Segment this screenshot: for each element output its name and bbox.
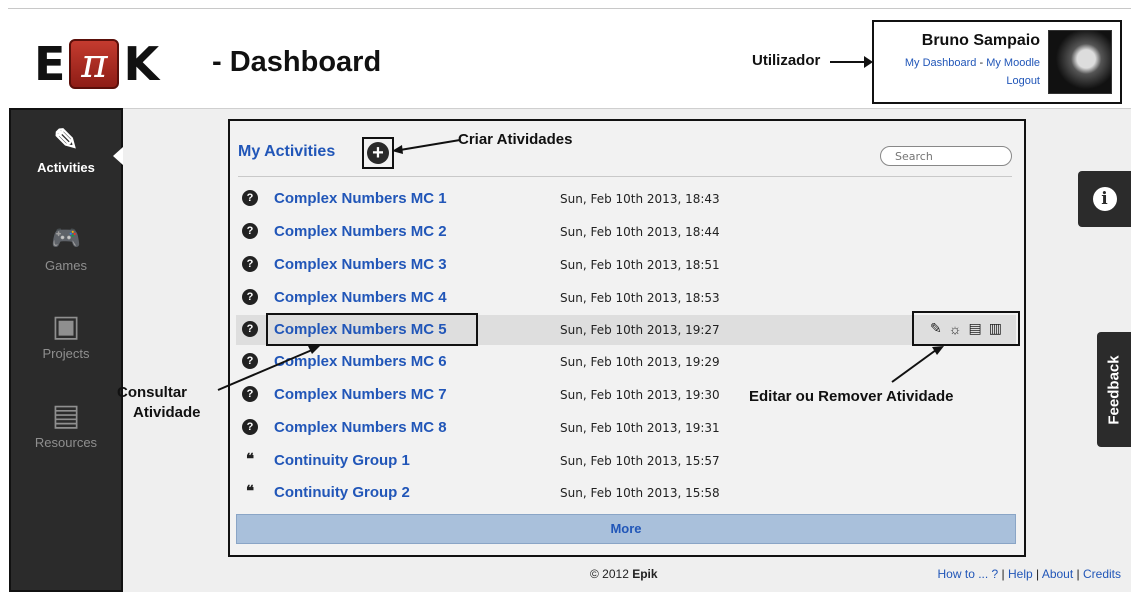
my-moodle-link[interactable]: My Moodle	[986, 57, 1040, 69]
activity-date: Sun, Feb 10th 2013, 19:29	[560, 355, 720, 369]
annotation-arrow-criar	[392, 139, 461, 154]
sidebar-item-resources[interactable]: ▤ Resources	[11, 397, 121, 450]
logo-letter-k: K	[123, 37, 160, 91]
activity-name[interactable]: Complex Numbers MC 3	[274, 256, 447, 273]
activity-date: Sun, Feb 10th 2013, 18:44	[560, 225, 720, 239]
annotation-box-activity-name	[266, 313, 478, 346]
window-icon: ▣	[51, 310, 81, 343]
document-icon: ▤	[51, 399, 81, 432]
sidebar-item-activities[interactable]: ✎ Activities	[11, 122, 121, 175]
add-activity-button[interactable]: +	[362, 137, 394, 169]
edit-icon[interactable]: ✎	[930, 320, 942, 337]
question-icon: ?	[242, 419, 258, 435]
copyright-text: © 2012	[590, 567, 633, 581]
sidebar-item-label: Activities	[37, 160, 95, 175]
activity-date: Sun, Feb 10th 2013, 18:43	[560, 192, 720, 206]
activity-row[interactable]: ? Complex Numbers MC 8 Sun, Feb 10th 201…	[236, 413, 1016, 443]
more-button[interactable]: More	[236, 514, 1016, 544]
activity-name[interactable]: Continuity Group 1	[274, 452, 410, 469]
gamepad-icon: 🎮	[51, 225, 81, 252]
annotation-arrow-utilizador	[830, 61, 866, 63]
epik-logo[interactable]: E π K	[34, 38, 159, 90]
logo-letter-e: E	[34, 37, 66, 91]
plus-icon: +	[367, 142, 389, 164]
link-separator: -	[976, 57, 987, 69]
activity-actions: ✎ ☼ ▤ ▥	[912, 311, 1020, 346]
activity-row[interactable]: ? Complex Numbers MC 1 Sun, Feb 10th 201…	[236, 184, 1016, 214]
header-divider	[8, 8, 1131, 9]
panel-divider	[238, 176, 1012, 177]
help-link[interactable]: Help	[1008, 567, 1033, 581]
activity-date: Sun, Feb 10th 2013, 19:27	[560, 323, 720, 337]
panel-title: My Activities	[238, 143, 336, 160]
footer-links: How to ... ? | Help | About | Credits	[937, 567, 1121, 581]
annotation-arrow-consultar	[217, 346, 320, 391]
activity-date: Sun, Feb 10th 2013, 19:31	[560, 421, 720, 435]
question-icon: ?	[242, 223, 258, 239]
sidebar-item-label: Resources	[34, 435, 98, 450]
activity-date: Sun, Feb 10th 2013, 18:51	[560, 258, 720, 272]
annotation-editar: Editar ou Remover Atividade	[749, 388, 954, 405]
info-tab[interactable]: i	[1078, 171, 1131, 227]
lightbulb-icon[interactable]: ☼	[949, 321, 962, 337]
feedback-tab[interactable]: Feedback	[1097, 332, 1131, 447]
sidebar: ✎ Activities 🎮 Games ▣ Projects ▤ Resour…	[9, 108, 123, 592]
active-indicator	[113, 147, 123, 165]
user-links: My Dashboard - My Moodle	[905, 57, 1040, 69]
avatar[interactable]	[1048, 30, 1112, 94]
annotation-consultar-line1: Consultar	[117, 384, 188, 401]
document-icon[interactable]: ▤	[969, 320, 982, 337]
activity-date: Sun, Feb 10th 2013, 18:53	[560, 291, 720, 305]
logout-link[interactable]: Logout	[1006, 75, 1040, 87]
group-icon: ❝	[245, 483, 255, 500]
credits-link[interactable]: Credits	[1083, 567, 1121, 581]
footer-copyright: © 2012 Epik	[590, 567, 658, 581]
activity-row[interactable]: ❝ Continuity Group 2 Sun, Feb 10th 2013,…	[236, 478, 1016, 508]
question-icon: ?	[242, 256, 258, 272]
sidebar-item-label: Projects	[42, 346, 90, 361]
activity-row[interactable]: ? Complex Numbers MC 4 Sun, Feb 10th 201…	[236, 283, 1016, 313]
activity-row[interactable]: ? Complex Numbers MC 2 Sun, Feb 10th 201…	[236, 217, 1016, 247]
activity-row[interactable]: ? Complex Numbers MC 3 Sun, Feb 10th 201…	[236, 250, 1016, 280]
user-panel: Bruno Sampaio My Dashboard - My Moodle L…	[872, 20, 1122, 104]
question-icon: ?	[242, 190, 258, 206]
user-name: Bruno Sampaio	[921, 32, 1040, 49]
activity-name[interactable]: Continuity Group 2	[274, 484, 410, 501]
activity-name[interactable]: Complex Numbers MC 1	[274, 190, 447, 207]
sidebar-item-label: Games	[45, 258, 87, 273]
group-icon: ❝	[245, 451, 255, 468]
my-dashboard-link[interactable]: My Dashboard	[905, 57, 977, 69]
activity-date: Sun, Feb 10th 2013, 15:58	[560, 486, 720, 500]
logo-pi-badge: π	[69, 39, 120, 89]
annotation-consultar-line2: Atividade	[133, 404, 201, 421]
edit-icon: ✎	[53, 124, 79, 157]
question-icon: ?	[242, 321, 258, 337]
page-title: - Dashboard	[212, 46, 382, 78]
sidebar-item-projects[interactable]: ▣ Projects	[11, 308, 121, 361]
activity-name[interactable]: Complex Numbers MC 2	[274, 223, 447, 240]
feedback-label: Feedback	[1105, 354, 1123, 425]
annotation-criar: Criar Atividades	[458, 131, 573, 148]
activity-name[interactable]: Complex Numbers MC 4	[274, 289, 447, 306]
annotation-arrow-editar	[891, 346, 944, 383]
about-link[interactable]: About	[1042, 567, 1073, 581]
info-icon: i	[1092, 187, 1117, 211]
activity-date: Sun, Feb 10th 2013, 15:57	[560, 454, 720, 468]
search-input[interactable]	[880, 146, 1012, 166]
activity-row[interactable]: ❝ Continuity Group 1 Sun, Feb 10th 2013,…	[236, 446, 1016, 476]
activity-name[interactable]: Complex Numbers MC 8	[274, 419, 447, 436]
howto-link[interactable]: How to ... ?	[938, 567, 999, 581]
sidebar-item-games[interactable]: 🎮 Games	[11, 220, 121, 273]
trash-icon[interactable]: ▥	[989, 320, 1002, 337]
logout-container: Logout	[1006, 75, 1040, 87]
footer-brand: Epik	[632, 567, 658, 581]
activity-date: Sun, Feb 10th 2013, 19:30	[560, 388, 720, 402]
question-icon: ?	[242, 289, 258, 305]
annotation-utilizador: Utilizador	[752, 52, 821, 69]
